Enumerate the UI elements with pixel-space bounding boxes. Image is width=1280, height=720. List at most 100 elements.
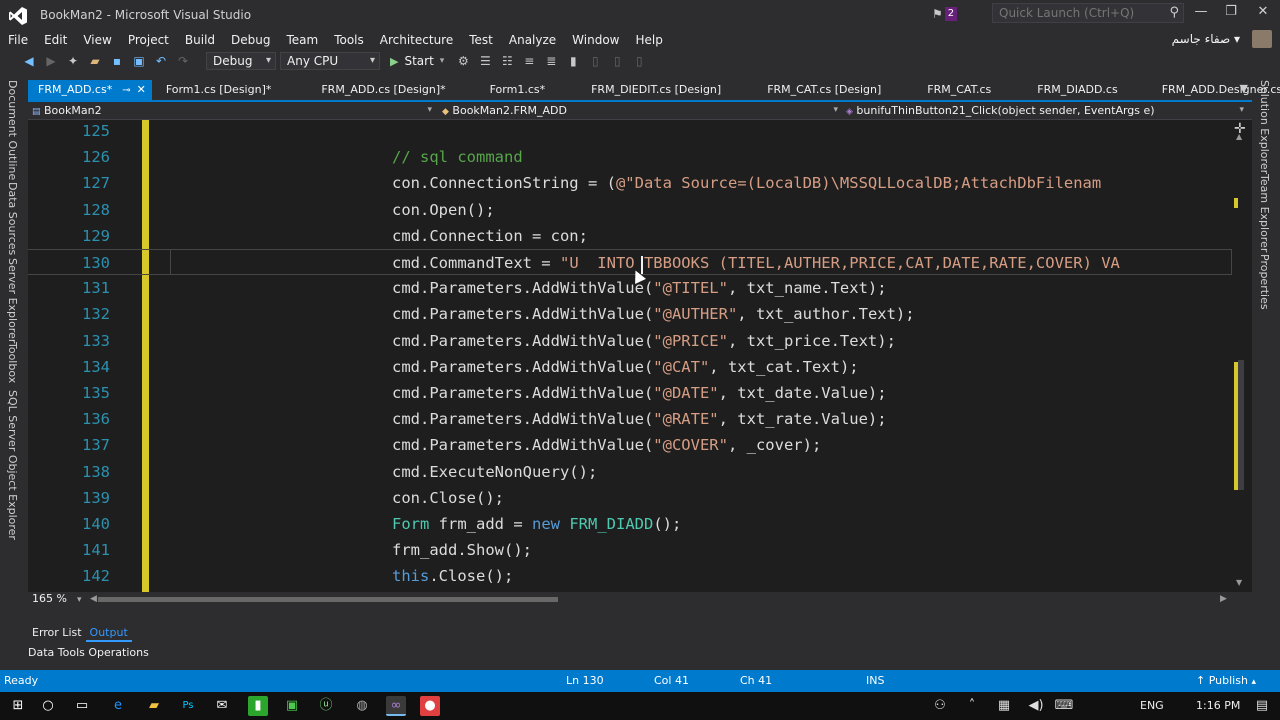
maximize-button[interactable]: ❐ (1216, 4, 1246, 24)
toolbox-tab[interactable]: Toolbox (6, 342, 19, 383)
user-name[interactable]: صفاء جاسم ▾ (1172, 32, 1240, 46)
tab-frm-cat-design[interactable]: FRM_CAT.cs [Design] (731, 80, 891, 100)
close-window-button[interactable]: ✕ (1248, 4, 1278, 24)
bookmark-icon[interactable]: ▮ (564, 52, 582, 70)
code-text[interactable]: cmd.Parameters.AddWithValue("@PRICE", tx… (392, 328, 896, 354)
action-center-icon[interactable]: ▤ (1252, 696, 1272, 716)
class-dropdown[interactable]: ◆ BookMan2.FRM_ADD ▾ (442, 102, 842, 120)
horizontal-scroll-thumb[interactable] (98, 597, 558, 602)
redo-icon[interactable]: ↷ (174, 52, 192, 70)
code-text[interactable]: cmd.Parameters.AddWithValue("@DATE", txt… (392, 380, 887, 406)
task-view-icon[interactable]: ▭ (72, 696, 92, 716)
menu-item-tools[interactable]: Tools (326, 31, 372, 49)
minimize-button[interactable]: — (1186, 4, 1216, 24)
keyboard-icon[interactable]: ⌨ (1054, 696, 1074, 716)
code-line[interactable]: 134 cmd.Parameters.AddWithValue("@CAT", t… (28, 354, 1232, 380)
code-line[interactable]: 141 frm_add.Show(); (28, 537, 1232, 563)
code-text[interactable]: Form frm_add = new FRM_DIADD(); (392, 511, 681, 537)
code-line[interactable]: 140 Form frm_add = new FRM_DIADD(); (28, 511, 1232, 537)
quick-launch-input[interactable] (993, 4, 1158, 22)
next-bookmark-icon[interactable]: ▯ (608, 52, 626, 70)
code-text[interactable]: cmd.Parameters.AddWithValue("@AUTHER", t… (392, 301, 915, 327)
start-button[interactable]: ▶ Start ▾ (384, 54, 450, 68)
code-line[interactable]: 130 cmd.CommandText = "U INTO TBBOOKS (TI… (28, 249, 1232, 275)
app-green-icon[interactable]: ▮ (248, 696, 268, 716)
tab-form1-design[interactable]: Form1.cs [Design]* (152, 80, 282, 100)
tab-frm-cat-cs[interactable]: FRM_CAT.cs (891, 80, 1001, 100)
vertical-scroll-thumb[interactable] (1238, 360, 1244, 490)
close-tab-icon[interactable]: ✕ (137, 83, 146, 96)
menu-item-test[interactable]: Test (461, 31, 501, 49)
tab-output[interactable]: Output (85, 624, 132, 642)
code-line[interactable]: 129 cmd.Connection = con; (28, 223, 1232, 249)
editor-vertical-scrollbar[interactable]: ▲ ▼ (1232, 120, 1250, 592)
tab-frm-add-designer[interactable]: FRM_ADD.Designer.cs (1128, 80, 1280, 100)
tab-form1-cs[interactable]: Form1.cs* (456, 80, 555, 100)
code-text[interactable]: con.Open(); (392, 197, 495, 223)
save-icon[interactable]: ▪ (108, 52, 126, 70)
windows-start-icon[interactable]: ⊞ (8, 696, 28, 716)
code-text[interactable]: frm_add.Show(); (392, 537, 532, 563)
edge-browser-icon[interactable]: e (108, 696, 128, 716)
photoshop-icon[interactable]: Ps (178, 696, 198, 716)
code-line[interactable]: 136 cmd.Parameters.AddWithValue("@RATE", … (28, 406, 1232, 432)
tab-frm-add-design[interactable]: FRM_ADD.cs [Design]* (281, 80, 455, 100)
code-text[interactable]: // sql command (392, 144, 523, 170)
mail-icon[interactable]: ✉ (212, 696, 232, 716)
code-text[interactable]: cmd.Parameters.AddWithValue("@CAT", txt_… (392, 354, 859, 380)
tab-error-list[interactable]: Error List (28, 624, 86, 642)
code-line[interactable]: 133 cmd.Parameters.AddWithValue("@PRICE",… (28, 328, 1232, 354)
quick-launch[interactable]: ⚲ (992, 3, 1184, 23)
avatar[interactable] (1252, 30, 1272, 48)
menu-item-view[interactable]: View (75, 31, 119, 49)
code-line[interactable]: 138 cmd.ExecuteNonQuery(); (28, 459, 1232, 485)
menu-item-team[interactable]: Team (278, 31, 326, 49)
prev-bookmark-icon[interactable]: ▯ (586, 52, 604, 70)
code-line[interactable]: 135 cmd.Parameters.AddWithValue("@DATE", … (28, 380, 1232, 406)
new-project-icon[interactable]: ✦ (64, 52, 82, 70)
menu-item-file[interactable]: File (0, 31, 36, 49)
code-text[interactable]: con.Close(); (392, 485, 504, 511)
menu-item-edit[interactable]: Edit (36, 31, 75, 49)
uncomment-icon[interactable]: ≣ (542, 52, 560, 70)
people-icon[interactable]: ⚇ (930, 696, 950, 716)
code-line[interactable]: 132 cmd.Parameters.AddWithValue("@AUTHER"… (28, 301, 1232, 327)
code-text[interactable]: cmd.Parameters.AddWithValue("@RATE", txt… (392, 406, 887, 432)
undo-icon[interactable]: ↶ (152, 52, 170, 70)
menu-item-help[interactable]: Help (628, 31, 671, 49)
comment-icon[interactable]: ≡ (520, 52, 538, 70)
menu-item-analyze[interactable]: Analyze (501, 31, 564, 49)
code-lines[interactable]: 125 126 // sql command 127 con.ConnectionStr… (28, 120, 1232, 592)
scroll-right-arrow-icon[interactable]: ▶ (1220, 592, 1227, 606)
file-explorer-icon[interactable]: ▰ (144, 696, 164, 716)
clear-bookmarks-icon[interactable]: ▯ (630, 52, 648, 70)
platform-dropdown[interactable]: Any CPU (280, 52, 380, 70)
menu-item-debug[interactable]: Debug (223, 31, 278, 49)
scroll-left-arrow-icon[interactable]: ◀ (90, 592, 97, 606)
properties-tab[interactable]: Properties (1258, 254, 1271, 310)
menu-item-project[interactable]: Project (120, 31, 177, 49)
upwork-icon[interactable]: ⓤ (316, 696, 336, 716)
code-line[interactable]: 128 con.Open(); (28, 197, 1232, 223)
visual-studio-taskbar-icon[interactable]: ∞ (386, 696, 406, 716)
menu-item-window[interactable]: Window (564, 31, 627, 49)
cortana-icon[interactable]: ○ (38, 696, 58, 716)
menu-item-architecture[interactable]: Architecture (372, 31, 461, 49)
show-hidden-icons-chevron-icon[interactable]: ˄ (962, 696, 982, 716)
network-icon[interactable]: ▦ (994, 696, 1014, 716)
store-icon[interactable]: ▣ (282, 696, 302, 716)
tab-frm-diadd-cs[interactable]: FRM_DIADD.cs (1001, 80, 1127, 100)
recorder-icon[interactable]: ● (420, 696, 440, 716)
code-text[interactable]: this.Close(); (392, 563, 513, 589)
code-line[interactable]: 126 // sql command (28, 144, 1232, 170)
split-editor-icon[interactable]: ✛ (1234, 121, 1246, 137)
data-sources-tab[interactable]: Data Sources (6, 182, 19, 255)
save-all-icon[interactable]: ▣ (130, 52, 148, 70)
code-line[interactable]: 127 con.ConnectionString = (@"Data Source… (28, 170, 1232, 196)
code-text[interactable]: cmd.CommandText = "U INTO TBBOOKS (TITEL… (392, 250, 1120, 276)
code-line[interactable]: 139 con.Close(); (28, 485, 1232, 511)
document-outline-tab[interactable]: Document Outline (6, 80, 19, 180)
configuration-dropdown[interactable]: Debug (206, 52, 276, 70)
member-dropdown[interactable]: ◈ bunifuThinButton21_Click(object sender… (846, 102, 1248, 120)
code-line[interactable]: 142 this.Close(); (28, 563, 1232, 589)
